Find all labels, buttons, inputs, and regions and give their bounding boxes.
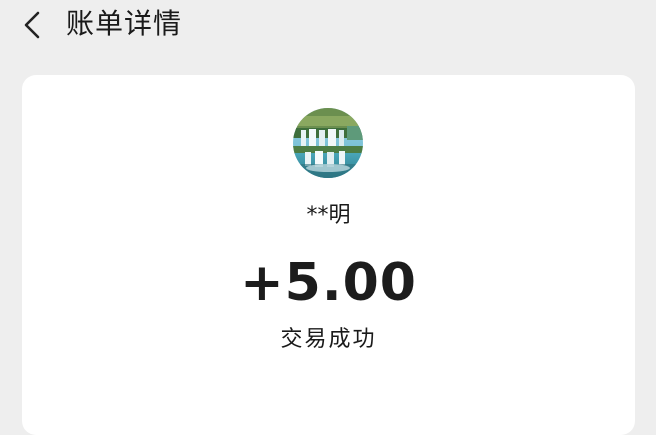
page-title: 账单详情: [66, 7, 183, 40]
waterfall-avatar-image: [293, 108, 363, 178]
back-button[interactable]: [14, 6, 52, 44]
chevron-left-icon: [24, 11, 40, 39]
avatar: [293, 108, 363, 178]
top-bar: 账单详情: [0, 0, 656, 56]
transaction-amount: +5.00: [240, 253, 417, 313]
payer-name: **明: [306, 203, 351, 228]
transaction-status: 交易成功: [280, 327, 377, 352]
transaction-card: **明 +5.00 交易成功: [22, 75, 635, 435]
